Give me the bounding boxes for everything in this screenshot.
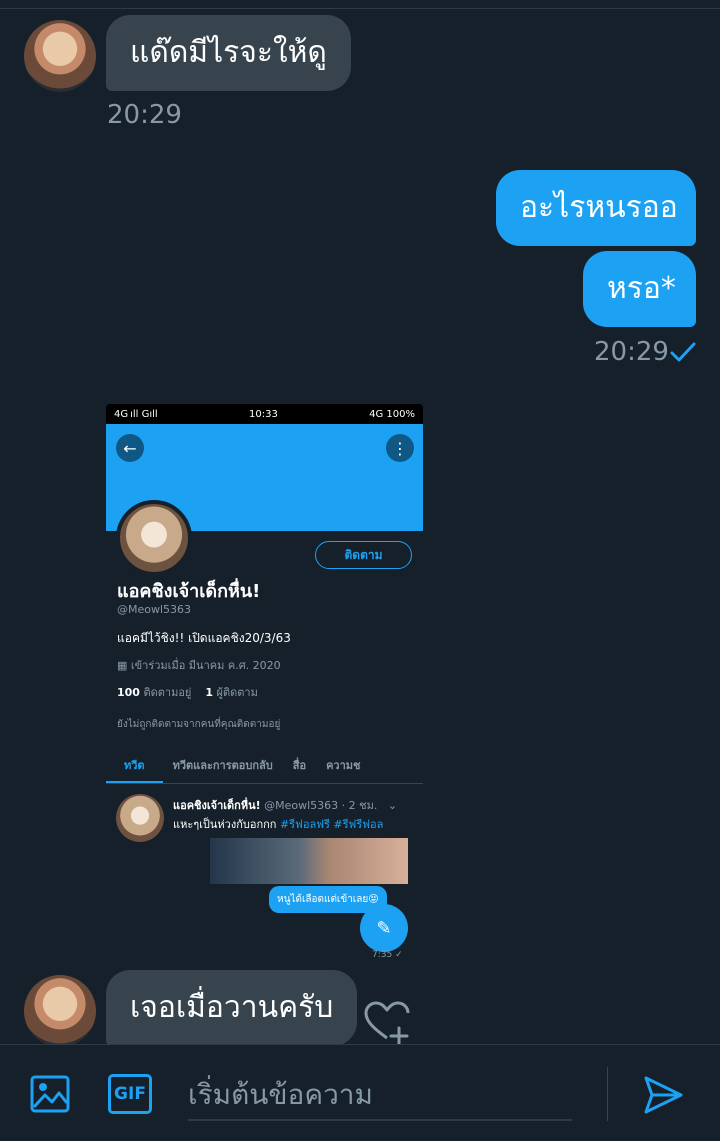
- message-timestamp: 20:29: [594, 337, 669, 367]
- profile-avatar: [116, 500, 192, 576]
- following-label: ติดตามอยู่: [143, 686, 192, 699]
- outgoing-message-bubble[interactable]: อะไรหนรออ: [496, 170, 696, 246]
- more-options-icon: ⋮: [386, 434, 414, 462]
- sender-avatar[interactable]: [24, 20, 96, 92]
- shared-screenshot-image[interactable]: 4G ıll Gıll 10:33 4G 100% ← ⋮ ติดตาม แอค…: [106, 404, 423, 966]
- tweet-header: แอคชิงเจ้าเด็กหื่น! @Meowl5363 · 2 ชม. ⌄: [173, 796, 397, 814]
- status-bar-signal: 4G ıll Gıll: [114, 408, 158, 420]
- tab-tweets-replies: ทวีตและการตอบกลับ: [172, 759, 273, 772]
- tweet-body: แหะๆเป็นห่วงกับอกกก: [173, 818, 277, 831]
- status-bar: 4G ıll Gıll 10:33 4G 100%: [106, 404, 423, 424]
- profile-tabs: ทวีต ทวีตและการตอบกลับ สื่อ ความช: [106, 746, 423, 784]
- send-icon[interactable]: [642, 1074, 684, 1116]
- following-count: 100: [117, 686, 140, 699]
- followers-count: 1: [205, 686, 214, 699]
- profile-follow-stats: 100 ติดตามอยู่ 1 ผู้ติดตาม: [117, 683, 258, 701]
- status-bar-time: 10:33: [249, 408, 278, 420]
- profile-handle: @Meowl5363: [117, 603, 192, 616]
- tweet-author: แอคชิงเจ้าเด็กหื่น!: [173, 799, 261, 812]
- tweet-text: แหะๆเป็นห่วงกับอกกก #รีฟอลฟรี #รีฟรีฟอล: [173, 815, 383, 833]
- incoming-message-bubble[interactable]: เจอเมื่อวานครับ: [106, 970, 358, 1046]
- tweet-media: [210, 838, 408, 884]
- status-bar-battery: 4G 100%: [369, 408, 415, 420]
- gif-icon[interactable]: GIF: [108, 1074, 152, 1114]
- message-text: เจอเมื่อวานครับ: [130, 990, 334, 1025]
- tweet-hashtags: #รีฟอลฟรี #รีฟรีฟอล: [279, 818, 384, 831]
- compose-tweet-icon: ✎: [360, 904, 408, 952]
- tab-tweets: ทวีต: [106, 746, 163, 783]
- message-input[interactable]: [188, 1069, 572, 1121]
- profile-joined: ▦ เข้าร่วมเมื่อ มีนาคม ค.ศ. 2020: [117, 656, 281, 674]
- heart-add-icon[interactable]: [363, 1000, 411, 1044]
- message-text: แด๊ดมีไรจะให้ดู: [130, 35, 327, 70]
- back-arrow-icon: ←: [116, 434, 144, 462]
- sender-avatar[interactable]: [24, 975, 96, 1047]
- outgoing-message-bubble[interactable]: หรอ*: [583, 251, 696, 327]
- message-composer: GIF: [0, 1044, 720, 1141]
- message-timestamp: 20:29: [107, 100, 182, 130]
- profile-bio: แอคมีไว้ชิง!! เปิดแอคชิง20/3/63: [117, 631, 291, 645]
- composer-divider: [607, 1067, 608, 1121]
- tweet-avatar: [116, 794, 164, 842]
- chevron-down-icon: ⌄: [380, 799, 398, 812]
- tweet-meta: @Meowl5363 · 2 ชม.: [264, 799, 378, 812]
- message-text: หรอ*: [607, 271, 676, 306]
- followers-label: ผู้ติดตาม: [216, 686, 258, 699]
- tab-likes: ความช: [326, 759, 361, 772]
- tab-media: สื่อ: [292, 759, 307, 772]
- message-text: อะไรหนรออ: [520, 190, 678, 225]
- check-icon: [670, 342, 696, 362]
- incoming-message-bubble[interactable]: แด๊ดมีไรจะให้ดู: [106, 15, 351, 91]
- calendar-icon: ▦: [117, 659, 131, 672]
- top-divider: [0, 8, 720, 9]
- profile-name: แอคชิงเจ้าเด็กหื่น!: [117, 581, 261, 602]
- joined-text: เข้าร่วมเมื่อ มีนาคม ค.ศ. 2020: [130, 659, 281, 672]
- profile-note: ยังไม่ถูกติดตามจากคนที่คุณติดตามอยู่: [117, 719, 281, 730]
- follow-button: ติดตาม: [315, 541, 412, 569]
- image-icon[interactable]: [30, 1074, 70, 1114]
- tweet-reply-time: 7:35 ✓: [372, 950, 403, 960]
